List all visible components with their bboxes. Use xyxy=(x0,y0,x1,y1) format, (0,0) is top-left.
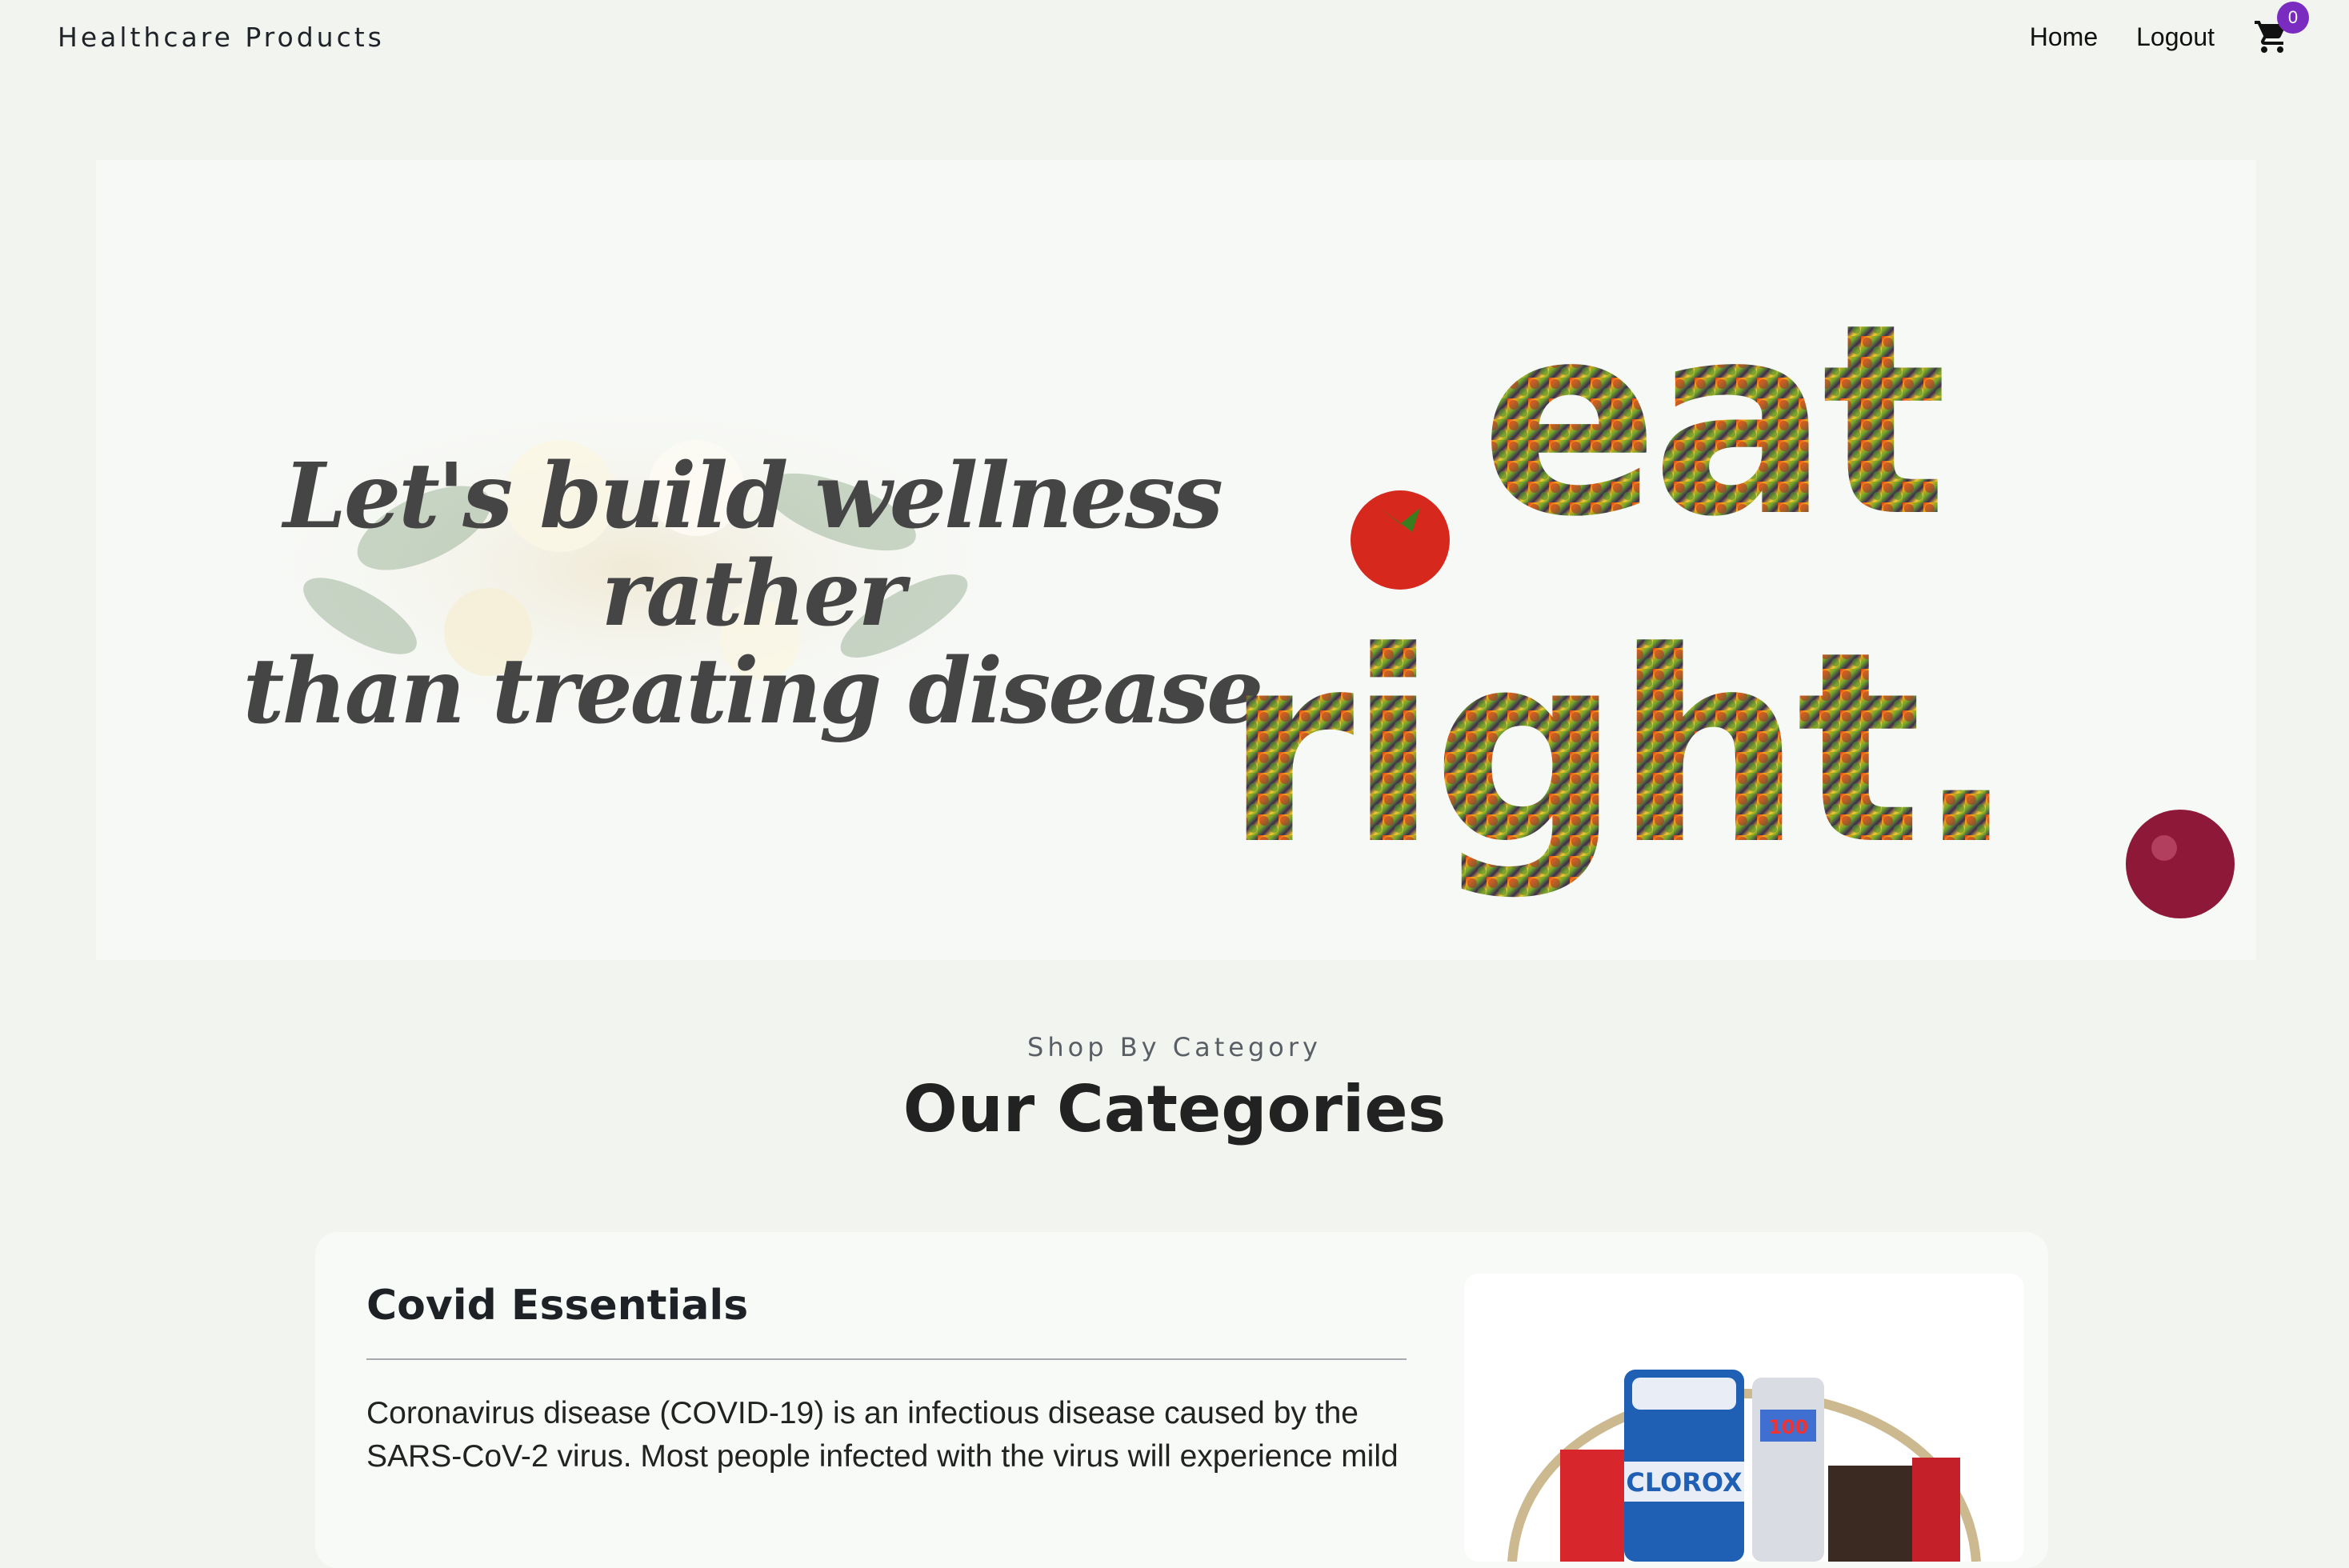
hero-banner: Let's build wellness rather than treatin… xyxy=(96,160,2256,960)
nav-home-link[interactable]: Home xyxy=(2030,22,2098,52)
cart-count-badge: 0 xyxy=(2277,2,2309,34)
categories-header: Shop By Category Our Categories xyxy=(0,1032,2349,1146)
hero-tagline: Let's build wellness rather than treatin… xyxy=(192,448,1312,741)
nav-links: Home Logout 0 xyxy=(2030,2,2309,56)
brand-logo[interactable]: Healthcare Products xyxy=(58,22,385,53)
top-navbar: Healthcare Products Home Logout 0 xyxy=(0,0,2349,74)
hero-image-word-right: right. xyxy=(1224,595,2010,902)
basket-badge-label: 100 xyxy=(1768,1416,1808,1438)
eat-right-illustration: eat right. xyxy=(1224,267,2235,918)
category-image[interactable]: CLOROX 100 xyxy=(1464,1274,2024,1562)
basket-image: CLOROX 100 xyxy=(1507,1370,1981,1562)
category-card[interactable]: Covid Essentials Coronavirus disease (CO… xyxy=(315,1232,2048,1568)
basket-brand-label: CLOROX xyxy=(1626,1467,1743,1498)
category-description: Coronavirus disease (COVID-19) is an inf… xyxy=(366,1396,1399,1474)
category-title[interactable]: Covid Essentials xyxy=(366,1282,748,1330)
hero-tagline-line2: than treating disease xyxy=(242,639,1264,744)
cart-button[interactable]: 0 xyxy=(2253,2,2309,56)
section-title: Our Categories xyxy=(902,1072,1447,1146)
nav-logout-link[interactable]: Logout xyxy=(2136,22,2215,52)
section-kicker: Shop By Category xyxy=(1027,1032,1322,1062)
category-divider xyxy=(366,1358,1407,1360)
hero-tagline-line1: Let's build wellness rather xyxy=(283,444,1223,646)
hero-image-word-eat: eat xyxy=(1480,267,1945,574)
